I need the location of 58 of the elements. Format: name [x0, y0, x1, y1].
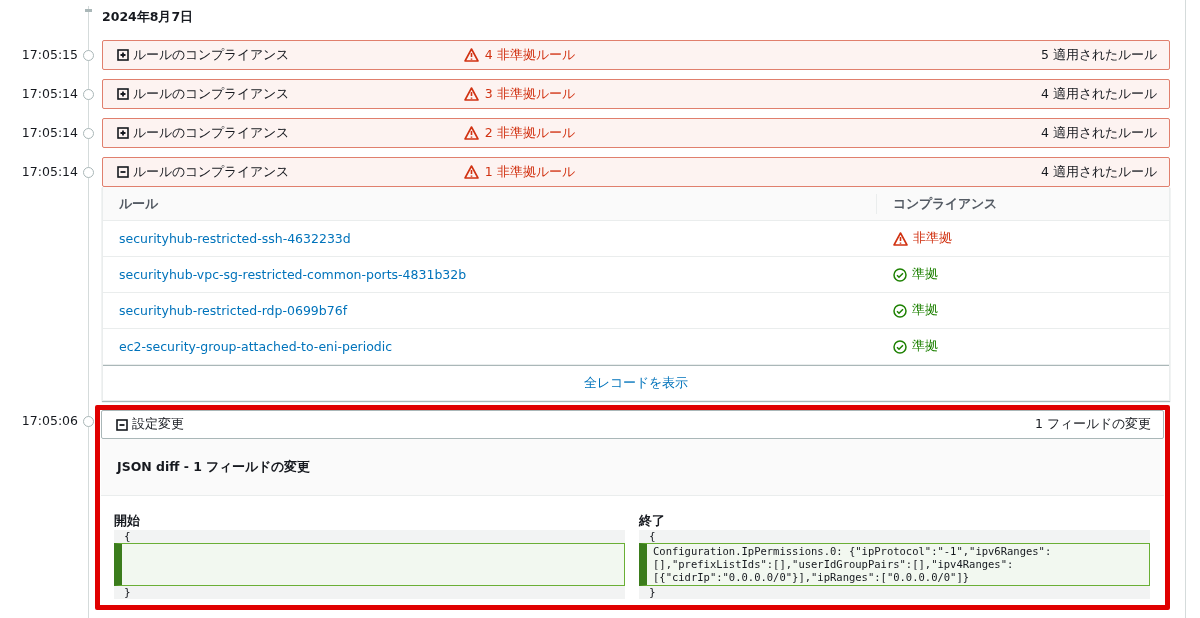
event-title: ルールのコンプライアンス	[133, 163, 289, 181]
compliance-status: 準拠	[912, 302, 938, 319]
expand-icon[interactable]	[117, 127, 129, 139]
compliance-status: 準拠	[912, 266, 938, 283]
applied-count: 5 適用されたルール	[1040, 46, 1157, 64]
event-time: 17:05:15	[20, 46, 78, 64]
event-title: ルールのコンプライアンス	[133, 85, 289, 103]
noncompliant-count: 2 非準拠ルール	[484, 124, 575, 142]
date-heading: 2024年8月7日	[102, 8, 195, 26]
check-circle-icon	[893, 267, 907, 282]
noncompliant-count: 4 非準拠ルール	[484, 46, 575, 64]
rule-link[interactable]: securityhub-restricted-ssh-4632233d	[103, 231, 876, 246]
check-circle-icon	[893, 303, 907, 318]
compliance-header[interactable]: ルールのコンプライアンス 2 非準拠ルール 4 適用されたルール	[102, 118, 1170, 148]
rule-link[interactable]: ec2-security-group-attached-to-eni-periodic	[103, 339, 876, 354]
config-change-header[interactable]: 設定変更 1 フィールドの変更	[101, 410, 1164, 439]
expand-icon[interactable]	[117, 88, 129, 100]
warning-icon	[463, 48, 479, 62]
diff-side-label: 開始	[114, 513, 141, 530]
event-time: 17:05:06	[20, 412, 78, 430]
expand-icon[interactable]	[117, 49, 129, 61]
timeline-node	[83, 50, 94, 61]
applied-count: 4 適用されたルール	[1040, 124, 1157, 142]
compliance-status: 準拠	[912, 338, 938, 355]
diff-title: JSON diff - 1 フィールドの変更	[117, 458, 311, 476]
compliance-header[interactable]: ルールのコンプライアンス 3 非準拠ルール 4 適用されたルール	[102, 79, 1170, 109]
view-all-link[interactable]: 全レコードを表示	[584, 374, 688, 392]
timeline-node	[83, 416, 94, 427]
rule-link[interactable]: securityhub-restricted-rdp-0699b76f	[103, 303, 876, 318]
warning-icon	[463, 126, 479, 140]
noncompliant-count: 1 非準拠ルール	[484, 163, 575, 181]
timeline-node	[83, 128, 94, 139]
event-title: 設定変更	[132, 416, 184, 433]
event-time: 17:05:14	[20, 124, 78, 142]
warning-icon	[893, 231, 908, 246]
event-title: ルールのコンプライアンス	[133, 46, 289, 64]
diff-side-label: 終了	[639, 513, 666, 530]
event-time: 17:05:14	[20, 85, 78, 103]
added-code-block: Configuration.IpPermissions.0: {"ipProtocol":"-1","ipv6Ranges": [],"prefixListIds":[],"userIdGroupPairs":[],"ipv4Ranges": [{"cidrIp":"0.0.0.0/0"}],"ipRanges":["0.0.0.0/0"]}	[639, 543, 1150, 586]
collapse-icon[interactable]	[116, 418, 128, 431]
rule-link[interactable]: securityhub-vpc-sg-restricted-common-ports-4831b32b	[103, 267, 876, 282]
timeline-node	[83, 167, 94, 178]
column-header: コンプライアンス	[876, 193, 1169, 214]
event-time: 17:05:14	[20, 163, 78, 181]
timeline-node	[83, 89, 94, 100]
warning-icon	[463, 165, 479, 179]
noncompliant-count: 3 非準拠ルール	[484, 85, 575, 103]
check-circle-icon	[893, 339, 907, 354]
compliance-header[interactable]: ルールのコンプライアンス 1 非準拠ルール 4 適用されたルール	[102, 157, 1170, 187]
collapse-icon[interactable]	[117, 166, 129, 178]
event-title: ルールのコンプライアンス	[133, 124, 289, 142]
column-header: ルール	[118, 194, 159, 213]
applied-count: 4 適用されたルール	[1040, 163, 1157, 181]
change-summary: 1 フィールドの変更	[1034, 416, 1151, 433]
compliance-header[interactable]: ルールのコンプライアンス 4 非準拠ルール 5 適用されたルール	[102, 40, 1170, 70]
applied-count: 4 適用されたルール	[1040, 85, 1157, 103]
compliance-status: 非準拠	[913, 230, 952, 247]
warning-icon	[463, 87, 479, 101]
